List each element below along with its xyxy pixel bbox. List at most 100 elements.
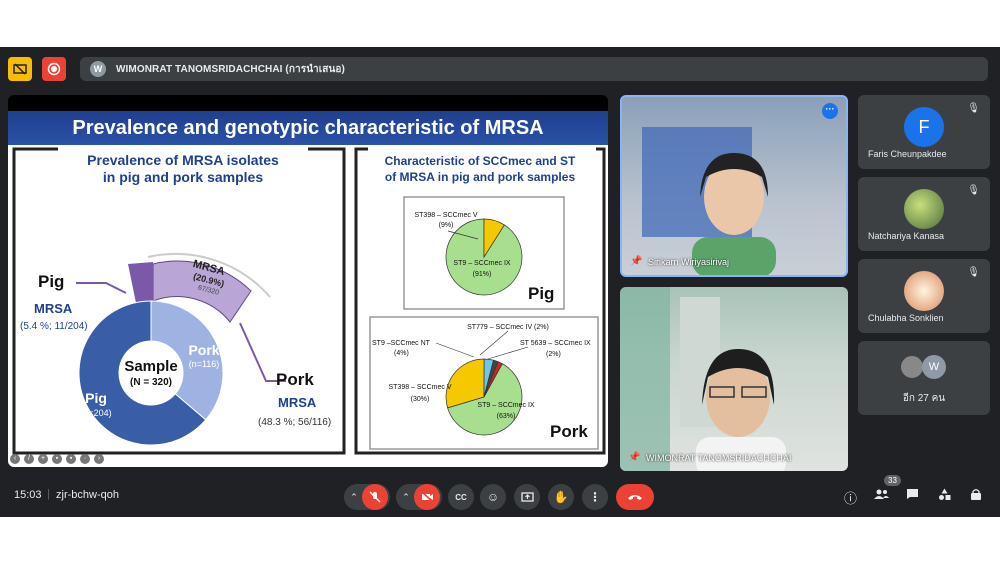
record-icon[interactable]: [42, 57, 66, 81]
camera-off-button[interactable]: [414, 484, 440, 510]
slide-toolbar: ‹ / + ▪ ▪ · ›: [10, 453, 104, 465]
pork-label: Pork: [276, 370, 314, 389]
present-button[interactable]: [514, 484, 540, 510]
meeting-code: zjr-bchw-qoh: [56, 489, 119, 501]
chat-icon[interactable]: [906, 488, 919, 503]
participant-name-chulabha: Chulabha Sonklien: [868, 313, 944, 323]
pork-st779-label: ST779 – SCCmec IV (2%): [467, 324, 549, 331]
participant-name-sirikarn: Sirikarn Wiriyasirivaj: [648, 257, 730, 267]
present-screen-icon: [520, 491, 534, 502]
meeting-info-icon[interactable]: ⓘ: [844, 488, 857, 507]
avatar: W: [922, 355, 946, 379]
pork-st5639-pct: (2%): [546, 351, 561, 358]
more-vert-icon: ⋮: [589, 490, 601, 504]
prev-slide-icon[interactable]: ‹: [10, 454, 20, 464]
pork-pie: [445, 358, 523, 436]
left-heading-line1: Prevalence of MRSA isolates: [87, 152, 279, 168]
mic-off-button[interactable]: [362, 484, 388, 510]
captions-button[interactable]: CC: [448, 484, 474, 510]
mic-off-icon: 🎙: [967, 103, 980, 114]
video-tile-sirikarn[interactable]: 📌 Sirikarn Wiriyasirivaj ···: [620, 95, 848, 277]
leave-call-button[interactable]: [616, 484, 654, 510]
pork-stat: (48.3 %; 56/116): [258, 417, 331, 428]
chat-icon-glyph: [907, 489, 918, 499]
background-shelf: [620, 287, 670, 471]
pig-st9-label: ST9 – SCCmec IX: [453, 260, 511, 267]
lock-person-icon: [971, 489, 981, 500]
participant-name-natchariya: Natchariya Kanasa: [868, 231, 945, 241]
participant-tile-others[interactable]: W อีก 27 คน: [858, 341, 990, 415]
participant-tile-faris[interactable]: F 🎙 Faris Cheunpakdee: [858, 95, 990, 169]
captions-icon: CC: [455, 492, 467, 502]
mic-options-chevron-icon[interactable]: ⌃: [346, 484, 362, 510]
mic-off-icon: [369, 491, 381, 503]
avatar: [904, 189, 944, 229]
meet-window: W WIMONRAT TANOMSRIDACHCHAI (การนำเสนอ) …: [0, 47, 1000, 517]
pork-st9-label: ST9 – SCCmec IX: [477, 402, 535, 409]
hand-icon: ✋: [553, 490, 569, 504]
video-tile-wimonrat[interactable]: 📌 WIMONRAT TANOMSRIDACHCHAI: [620, 287, 848, 471]
pig-slice-n: (n=204): [80, 408, 111, 418]
pork-st398-label: ST398 – SCCmec V: [388, 384, 451, 391]
pig-pie: [445, 218, 523, 296]
hang-up-icon: [628, 495, 642, 500]
bottom-control-bar: 15:03 | zjr-bchw-qoh ⌃ ⌃ CC ☺ ✋ ⋮ ⓘ 33: [0, 475, 1000, 517]
presenting-icon[interactable]: [8, 57, 32, 81]
pig-chart-title: Pig: [528, 284, 554, 303]
pork-slice-n: (n=116): [189, 359, 220, 369]
slide-title: Prevalence and genotypic characteristic …: [72, 116, 544, 139]
more-options-button[interactable]: ⋮: [582, 484, 608, 510]
pen-icon[interactable]: /: [24, 454, 34, 464]
right-heading-bg: [368, 145, 596, 191]
pig-mrsa-segment: [128, 262, 153, 303]
others-count-label: อีก 27 คน: [902, 393, 946, 404]
presentation-tile[interactable]: Prevalence and genotypic characteristic …: [8, 95, 608, 467]
avatar: F: [904, 107, 944, 147]
participant-tile-natchariya[interactable]: 🎙 Natchariya Kanasa: [858, 177, 990, 251]
pork-st9nt-pct: (4%): [394, 350, 409, 357]
emoji-icon: ☺: [486, 490, 500, 504]
pork-chart-title: Pork: [550, 422, 588, 441]
pin-icon[interactable]: 📌: [630, 256, 642, 267]
next-slide-icon[interactable]: ›: [94, 454, 104, 464]
pork-mrsa-label: MRSA: [278, 395, 317, 410]
pin-icon[interactable]: 📌: [628, 452, 640, 463]
more-icon[interactable]: ·: [80, 454, 90, 464]
people-icon[interactable]: [874, 488, 889, 503]
clock: 15:03: [14, 489, 42, 501]
mic-off-icon: 🎙: [967, 267, 980, 278]
participant-name-wimonrat: WIMONRAT TANOMSRIDACHCHAI: [646, 453, 792, 463]
pork-st398-pct: (30%): [411, 396, 430, 403]
reactions-button[interactable]: ☺: [480, 484, 506, 510]
camera-options-chevron-icon[interactable]: ⌃: [398, 484, 414, 510]
pork-st5639-label: ST 5639 – SCCmec IX: [520, 340, 591, 347]
slide: Prevalence and genotypic characteristic …: [8, 111, 608, 467]
participant-video: [620, 287, 786, 471]
raise-hand-button[interactable]: ✋: [548, 484, 574, 510]
participant-tile-chulabha[interactable]: 🎙 Chulabha Sonklien: [858, 259, 990, 333]
shapes-icon: [939, 488, 951, 500]
activities-icon[interactable]: [938, 488, 951, 504]
pig-st398-pct: (9%): [439, 222, 454, 229]
pork-slice-label: Pork: [188, 342, 219, 358]
zoom-icon[interactable]: +: [38, 454, 48, 464]
slides-icon[interactable]: ▪: [52, 454, 62, 464]
pig-stat: (5.4 %; 11/204): [20, 321, 88, 332]
pig-mrsa-label: MRSA: [34, 301, 73, 316]
host-controls-icon[interactable]: [970, 488, 982, 504]
avatar: [904, 271, 944, 311]
avatar: [900, 355, 924, 379]
slide-title-bar: Prevalence and genotypic characteristic …: [8, 111, 608, 145]
pig-st9-pct: (91%): [473, 271, 492, 278]
more-options-icon[interactable]: ···: [822, 103, 838, 119]
subtitle-icon[interactable]: ▪: [66, 454, 76, 464]
participant-video: [642, 127, 776, 275]
presenter-avatar: W: [90, 61, 106, 77]
pig-label: Pig: [38, 272, 64, 291]
right-heading-line2: of MRSA in pig and pork samples: [385, 170, 576, 184]
pig-callout-line: [76, 282, 127, 294]
donut-center-label: Sample: [124, 358, 177, 375]
pork-st9nt-label: ST9 –SCCmec NT: [372, 340, 431, 347]
mic-off-icon: 🎙: [967, 185, 980, 196]
slide-content: Prevalence of MRSA isolates in pig and p…: [12, 145, 606, 455]
